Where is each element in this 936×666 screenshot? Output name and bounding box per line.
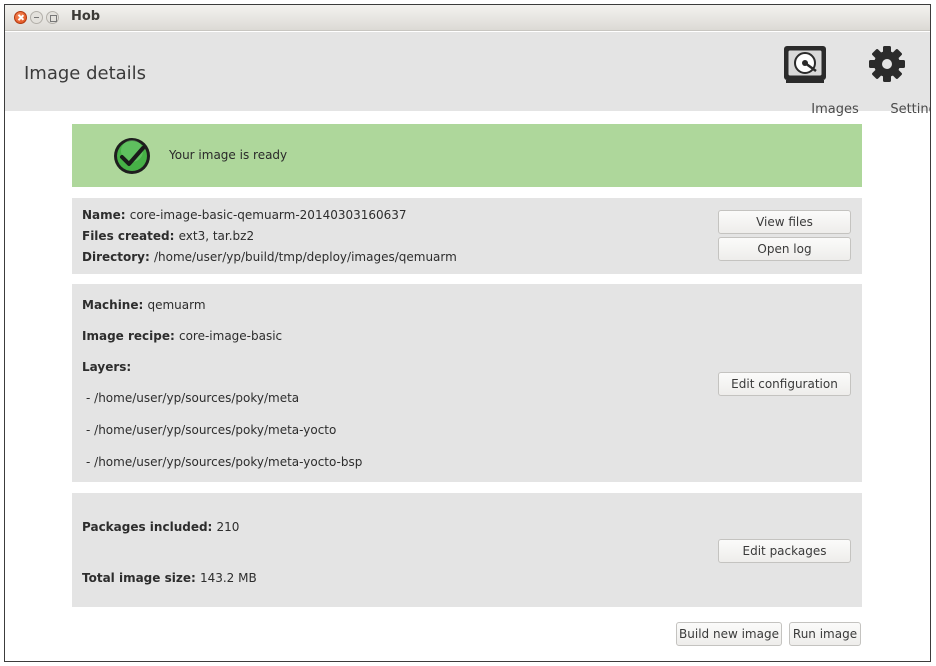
packages-included-value: 210 (216, 520, 240, 534)
machine-row: Machine: qemuarm (82, 298, 206, 312)
total-image-size-label: Total image size: (82, 571, 200, 585)
gear-icon (869, 46, 905, 82)
images-button[interactable]: Images (775, 44, 859, 120)
layer-item: - /home/user/yp/sources/poky/meta (86, 391, 300, 405)
directory-value: /home/user/yp/build/tmp/deploy/images/qe… (153, 250, 457, 264)
machine-label: Machine: (82, 298, 148, 312)
machine-value: qemuarm (147, 298, 206, 312)
layer-item: - /home/user/yp/sources/poky/meta-yocto-… (86, 455, 363, 469)
image-ready-banner: Your image is ready (72, 124, 862, 187)
packages-included-row: Packages included: 210 (82, 520, 239, 534)
edit-configuration-button[interactable]: Edit configuration (718, 372, 851, 396)
settings-button[interactable]: Settings (857, 44, 930, 120)
layer-item: - /home/user/yp/sources/poky/meta-yocto (86, 423, 337, 437)
checkmark-icon (114, 138, 150, 174)
header-bar: Image details Images Settin (5, 32, 930, 117)
layers-label: Layers: (82, 360, 132, 374)
image-info-panel: Name: core-image-basic-qemuarm-201403031… (72, 198, 862, 274)
image-recipe-row: Image recipe: core-image-basic (82, 329, 282, 343)
name-value: core-image-basic-qemuarm-20140303160637 (129, 208, 407, 222)
minimize-window-icon[interactable] (30, 11, 43, 24)
name-label: Name: (82, 208, 130, 222)
packages-panel: Packages included: 210 Total image size:… (72, 493, 862, 607)
total-image-size-row: Total image size: 143.2 MB (82, 571, 257, 585)
maximize-window-icon[interactable] (46, 11, 59, 24)
settings-label: Settings (890, 102, 930, 117)
image-recipe-label: Image recipe: (82, 329, 179, 343)
images-label: Images (811, 102, 859, 117)
total-image-size-value: 143.2 MB (199, 571, 257, 585)
build-new-image-button[interactable]: Build new image (676, 622, 782, 646)
close-window-icon[interactable] (14, 11, 27, 24)
configuration-panel: Machine: qemuarm Image recipe: core-imag… (72, 284, 862, 482)
image-recipe-value: core-image-basic (178, 329, 283, 343)
run-image-button[interactable]: Run image (789, 622, 861, 646)
hard-drive-icon (784, 46, 826, 83)
page-title: Image details (24, 63, 147, 84)
view-files-button[interactable]: View files (718, 210, 851, 234)
directory-label: Directory: (82, 250, 154, 264)
files-created-row: Files created: ext3, tar.bz2 (82, 229, 254, 243)
directory-row: Directory: /home/user/yp/build/tmp/deplo… (82, 250, 457, 264)
title-bar: Hob (5, 5, 930, 31)
packages-included-label: Packages included: (82, 520, 217, 534)
name-row: Name: core-image-basic-qemuarm-201403031… (82, 208, 407, 222)
window-title: Hob (71, 9, 101, 24)
ready-message: Your image is ready (169, 148, 288, 162)
open-log-button[interactable]: Open log (718, 237, 851, 261)
app-window: Hob Image details Images Settin Your ima… (4, 4, 931, 662)
edit-packages-button[interactable]: Edit packages (718, 539, 851, 563)
files-created-value: ext3, tar.bz2 (178, 229, 255, 243)
layers-row: Layers: (82, 360, 131, 374)
files-created-label: Files created: (82, 229, 179, 243)
